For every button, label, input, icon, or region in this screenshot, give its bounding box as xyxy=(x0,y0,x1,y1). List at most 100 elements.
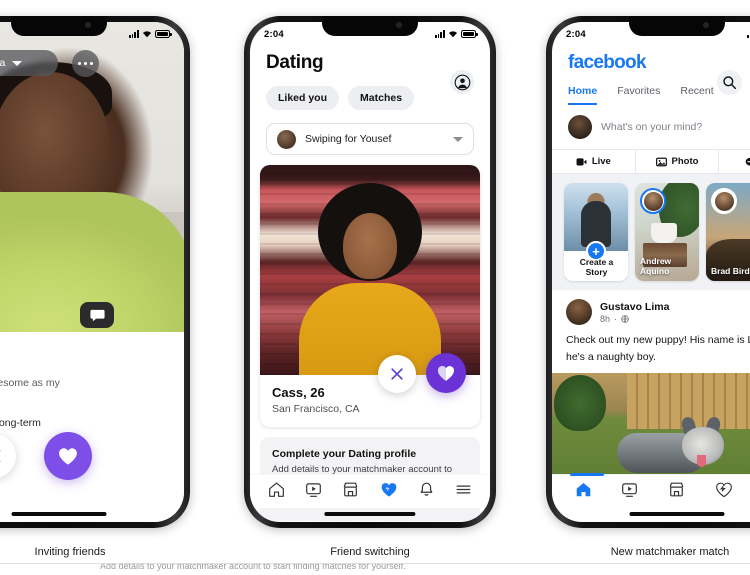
live-video-icon xyxy=(576,157,587,165)
action-photo-label: Photo xyxy=(671,156,699,167)
story-label: Create a Story xyxy=(569,257,624,277)
tab-video[interactable] xyxy=(305,481,322,503)
avatar[interactable] xyxy=(566,299,592,325)
post-author[interactable]: Gustavo Lima xyxy=(600,301,669,313)
chat-button[interactable] xyxy=(80,302,114,328)
home-icon xyxy=(576,482,591,496)
tab-home[interactable]: Home xyxy=(568,85,598,105)
puppy-tongue xyxy=(697,454,706,467)
post-header: Gustavo Lima 8h · xyxy=(566,299,750,325)
phone-new-matchmaker-match: 2:04 facebook Home Favorites Recent What… xyxy=(546,16,750,528)
more-options-button[interactable] xyxy=(72,50,99,77)
action-discuss[interactable]: Dis xyxy=(719,150,750,173)
status-time: 2:04 xyxy=(264,28,284,40)
tab-menu[interactable] xyxy=(455,481,472,503)
home-indicator xyxy=(324,512,416,516)
page-title: Dating xyxy=(266,52,324,73)
close-x-icon xyxy=(391,368,403,380)
tab-marketplace[interactable] xyxy=(342,481,359,503)
pass-button[interactable] xyxy=(378,355,416,393)
like-button[interactable] xyxy=(426,353,466,393)
home-icon xyxy=(269,481,284,497)
account-circle-icon xyxy=(454,74,470,90)
chip-matches[interactable]: Matches xyxy=(348,86,415,110)
front-camera-icon xyxy=(85,22,91,28)
location-filter-pill[interactable]: San Francisco, California xyxy=(0,50,58,76)
tab-marketplace[interactable] xyxy=(668,481,685,503)
story-label-line-1: Create a xyxy=(579,256,614,267)
close-x-icon xyxy=(0,449,1,463)
chat-bubble-icon xyxy=(89,309,105,321)
story-avatar-ring xyxy=(711,188,737,214)
story-label-line-2: Aquino xyxy=(640,265,670,276)
composer[interactable]: What's on your mind? xyxy=(552,105,750,149)
caption-new-matchmaker-match: New matchmaker match xyxy=(610,546,730,558)
globe-icon xyxy=(621,314,629,323)
caption-friend-switching: Friend switching xyxy=(330,546,410,558)
dating-heart-icon xyxy=(715,482,732,497)
action-photo[interactable]: Photo xyxy=(636,150,719,173)
chip-liked-you[interactable]: Liked you xyxy=(266,86,340,110)
device-notch xyxy=(322,16,418,36)
tab-dating[interactable] xyxy=(715,481,733,503)
like-button[interactable] xyxy=(44,432,92,480)
home-indicator xyxy=(629,512,725,516)
composer-placeholder: What's on your mind? xyxy=(601,121,703,133)
profile-info-panel: en, 30 find someone as awesome as my nks… xyxy=(0,332,184,522)
story-label: Brad Birdsall xyxy=(711,265,750,276)
tab-dating[interactable] xyxy=(380,481,398,503)
cellular-bars-icon xyxy=(128,30,139,38)
account-button[interactable] xyxy=(450,70,474,94)
facebook-logo: facebook xyxy=(568,52,647,73)
action-live[interactable]: Live xyxy=(552,150,635,173)
tab-home[interactable] xyxy=(575,481,592,503)
heart-icon xyxy=(437,366,455,381)
tab-favorites[interactable]: Favorites xyxy=(617,85,660,105)
detail-relationship: oking for something long-term xyxy=(0,417,41,430)
status-icons xyxy=(434,30,478,38)
avatar xyxy=(714,191,734,211)
tab-notifications[interactable] xyxy=(418,481,435,503)
bottom-tab-bar xyxy=(250,474,490,508)
story-create[interactable]: + Create a Story xyxy=(564,183,628,281)
marketplace-icon xyxy=(344,482,358,496)
match-card[interactable]: Cass, 26 San Francisco, CA xyxy=(260,165,480,427)
match-location: San Francisco, CA xyxy=(272,403,360,415)
wifi-icon xyxy=(142,30,152,38)
bio-line-1: find someone as awesome as my xyxy=(0,377,60,389)
battery-full-icon xyxy=(461,30,478,38)
chevron-down-icon xyxy=(12,60,23,66)
story-label-line-2: Story xyxy=(585,266,608,277)
caption-inviting-friends: Inviting friends xyxy=(34,546,106,558)
meta-separator: · xyxy=(614,313,618,324)
device-notch xyxy=(11,16,107,36)
search-button[interactable] xyxy=(717,70,742,95)
match-photo xyxy=(260,165,480,393)
chevron-down-icon xyxy=(453,136,463,142)
front-camera-icon xyxy=(396,22,402,28)
tab-recent[interactable]: Recent xyxy=(680,85,713,105)
story-mug xyxy=(651,223,677,243)
device-notch xyxy=(629,16,725,36)
story-item[interactable]: Brad Birdsall xyxy=(706,183,750,281)
bio-line-2: nks I am xyxy=(0,391,184,406)
detail-location: n Francisco, CA xyxy=(0,440,184,452)
swiping-for-select[interactable]: Swiping for Yousef xyxy=(266,123,474,155)
post-image[interactable] xyxy=(552,372,750,481)
detail-height: 2" xyxy=(0,461,184,473)
front-camera-icon xyxy=(703,22,709,28)
story-item[interactable]: Andrew Aquino xyxy=(635,183,699,281)
cellular-bars-icon xyxy=(434,30,445,38)
swiping-for-label: Swiping for Yousef xyxy=(305,133,392,145)
stories-tray[interactable]: + Create a Story Andrew Aquino Brad Bird xyxy=(552,174,750,290)
menu-hamburger-icon xyxy=(456,484,471,494)
video-icon xyxy=(306,482,322,497)
phone-screen: San Francisco, California en, 30 find so… xyxy=(0,22,184,522)
tab-video[interactable] xyxy=(621,481,638,503)
search-icon xyxy=(723,76,737,90)
active-tab-indicator xyxy=(570,473,604,476)
phone-screen: 2:04 Dating Liked you Matches Swiping fo… xyxy=(250,22,490,522)
marketplace-icon xyxy=(669,482,684,496)
story-avatar-ring xyxy=(640,188,666,214)
tab-home[interactable] xyxy=(268,481,285,503)
